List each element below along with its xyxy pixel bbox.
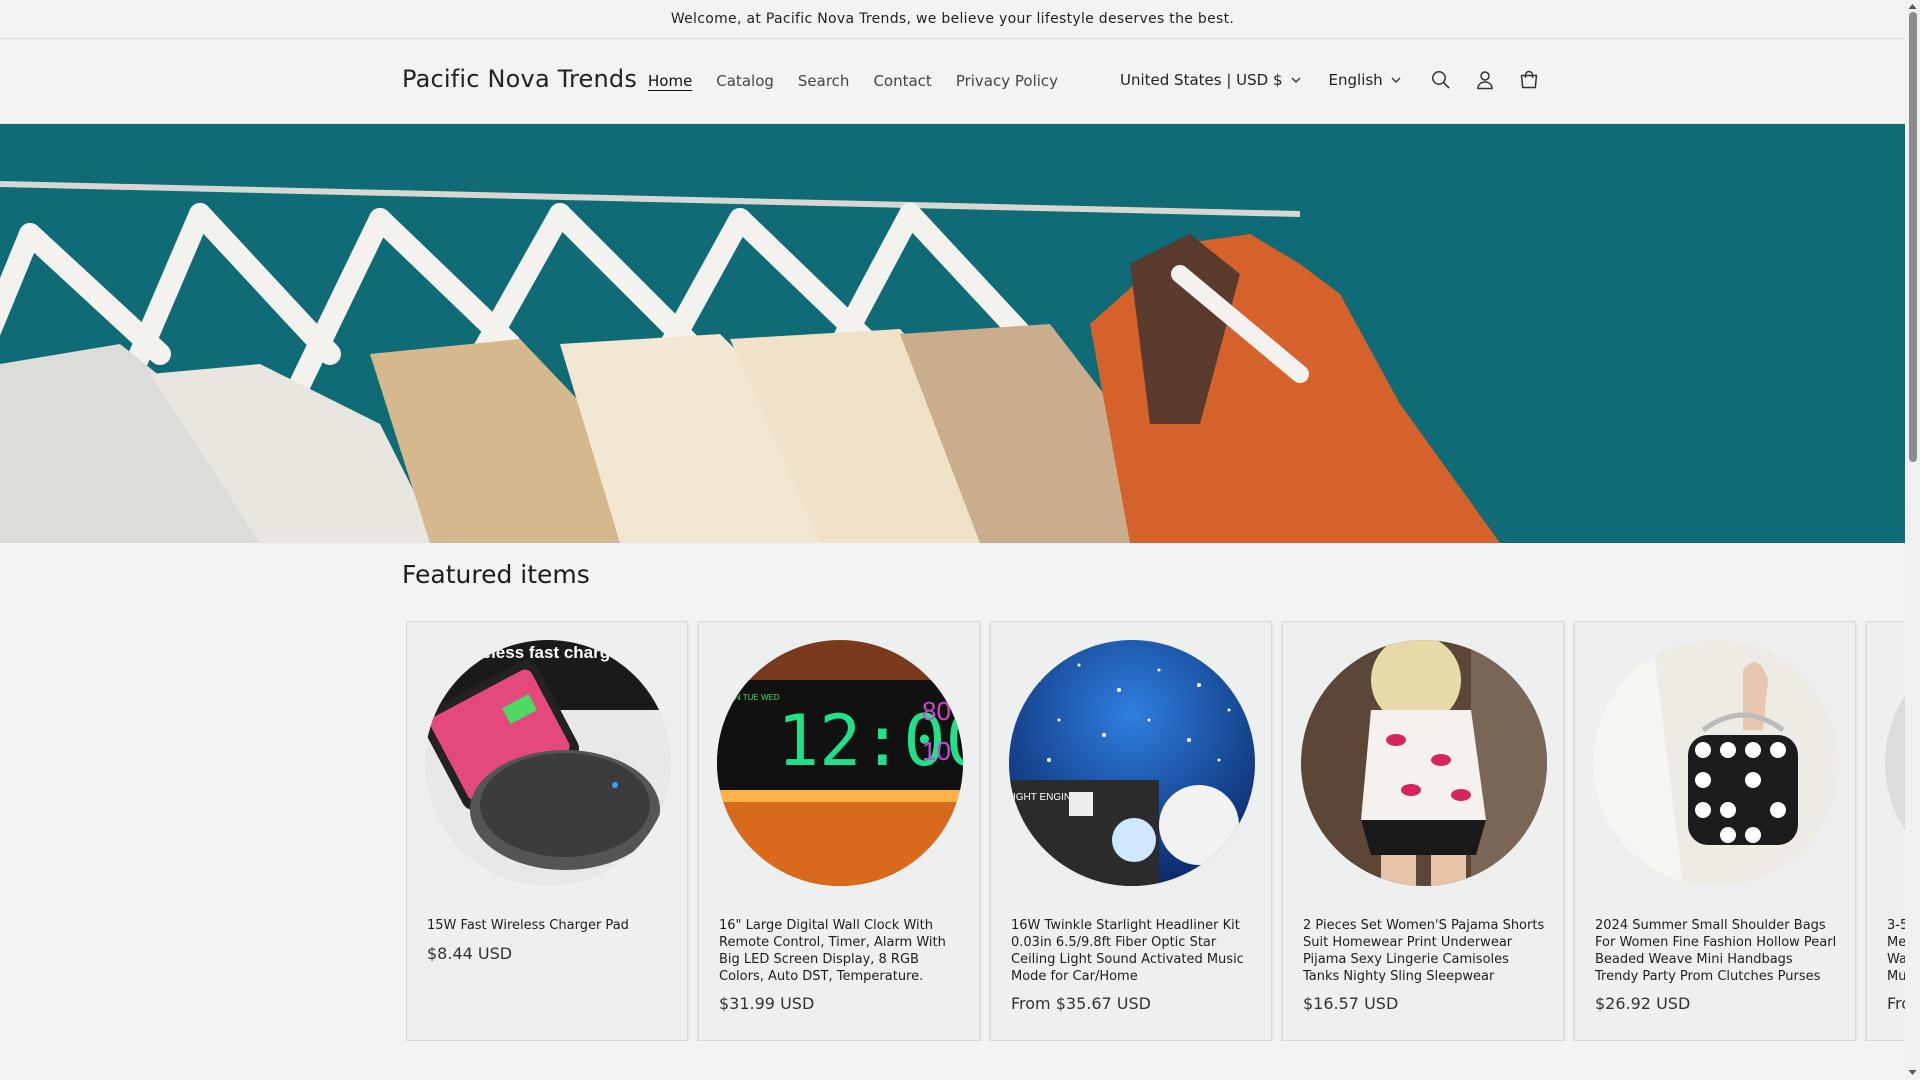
nav-privacy-policy[interactable]: Privacy Policy	[956, 72, 1058, 90]
main-nav: Home Catalog Search Contact Privacy Poli…	[648, 72, 1058, 90]
product-title[interactable]: 2024 Summer Small Shoulder Bags For Wome…	[1595, 917, 1839, 985]
account-icon[interactable]	[1463, 63, 1507, 97]
product-image[interactable]	[1593, 640, 1839, 886]
product-title[interactable]: 16" Large Digital Wall Clock With Remote…	[719, 917, 963, 985]
product-carousel[interactable]: reless fast charg 15W Fast Wireless Char…	[406, 621, 1905, 1041]
product-price: $8.44 USD	[427, 944, 513, 963]
store-logo[interactable]: Pacific Nova Trends	[402, 65, 637, 93]
svg-text:80: 80	[922, 696, 951, 726]
product-card[interactable]: 2 Pieces Set Women'S Pajama Shorts Suit …	[1282, 621, 1564, 1041]
product-image[interactable]: MON TUE WED 12:00 80 10	[717, 640, 963, 886]
country-selector[interactable]: United States | USD $	[1120, 71, 1301, 89]
product-price: $16.57 USD	[1303, 994, 1399, 1013]
language-selector[interactable]: English	[1329, 71, 1401, 89]
product-title[interactable]: 2 Pieces Set Women'S Pajama Shorts Suit …	[1303, 917, 1547, 985]
search-icon[interactable]	[1419, 63, 1463, 97]
nav-catalog[interactable]: Catalog	[716, 72, 774, 90]
cart-icon[interactable]	[1507, 63, 1551, 97]
product-image[interactable]: reless fast charg	[425, 640, 671, 886]
scrollbar-thumb[interactable]	[1909, 12, 1917, 462]
product-card[interactable]: 2024 Summer Small Shoulder Bags For Wome…	[1574, 621, 1856, 1041]
storefront-page: Welcome, at Pacific Nova Trends, we beli…	[0, 0, 1905, 1080]
featured-heading: Featured items	[402, 560, 590, 589]
scroll-up-icon[interactable]	[1908, 2, 1917, 11]
header-actions: United States | USD $ English	[1120, 63, 1551, 97]
site-header: Pacific Nova Trends Home Catalog Search …	[0, 39, 1905, 124]
product-title[interactable]: 15W Fast Wireless Charger Pad	[427, 917, 671, 934]
product-price: $31.99 USD	[719, 994, 815, 1013]
svg-text:MON TUE WED: MON TUE WED	[722, 693, 780, 702]
product-image-caption: IGHT ENGINE	[1013, 792, 1078, 803]
product-image[interactable]: IGHT ENGINE	[1009, 640, 1255, 886]
product-card[interactable]: 3-5 Me Wa Mu Fro	[1866, 621, 1905, 1041]
nav-home[interactable]: Home	[648, 72, 692, 90]
product-title[interactable]: 16W Twinkle Starlight Headliner Kit 0.03…	[1011, 917, 1255, 985]
scroll-down-icon[interactable]	[1908, 1068, 1917, 1077]
product-track: reless fast charg 15W Fast Wireless Char…	[406, 621, 1905, 1041]
hero-banner-image	[0, 124, 1905, 543]
nav-contact[interactable]: Contact	[873, 72, 931, 90]
product-image[interactable]	[1885, 640, 1905, 886]
announcement-bar: Welcome, at Pacific Nova Trends, we beli…	[0, 0, 1905, 39]
page-scrollbar[interactable]	[1905, 0, 1920, 1080]
svg-text:10: 10	[922, 736, 951, 766]
product-price: From $35.67 USD	[1011, 994, 1151, 1013]
chevron-down-icon	[1291, 77, 1301, 83]
product-card[interactable]: MON TUE WED 12:00 80 10 16" Large Digita…	[698, 621, 980, 1041]
country-label: United States | USD $	[1120, 71, 1283, 89]
announcement-text: Welcome, at Pacific Nova Trends, we beli…	[670, 11, 1235, 27]
product-title[interactable]: 3-5 Me Wa Mu	[1887, 917, 1905, 985]
product-price: Fro	[1887, 994, 1905, 1013]
nav-search[interactable]: Search	[798, 72, 850, 90]
language-label: English	[1328, 71, 1383, 89]
chevron-down-icon	[1391, 77, 1401, 83]
product-card[interactable]: IGHT ENGINE 16W Twinkle Starlight Headli…	[990, 621, 1272, 1041]
product-image-caption: reless fast charg	[475, 643, 610, 662]
product-image[interactable]	[1301, 640, 1547, 886]
product-card[interactable]: reless fast charg 15W Fast Wireless Char…	[406, 621, 688, 1041]
product-price: $26.92 USD	[1595, 994, 1691, 1013]
